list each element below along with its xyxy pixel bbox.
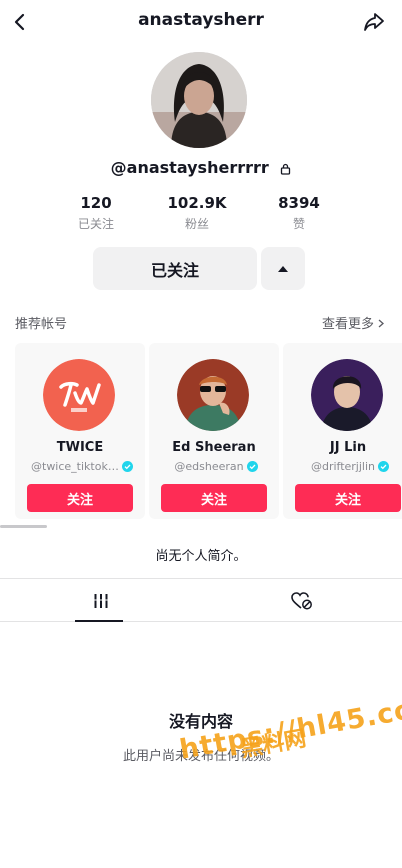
- stat-following[interactable]: 120 已关注: [51, 194, 141, 232]
- suggested-toggle-button[interactable]: [261, 247, 305, 290]
- caret-up-icon: [278, 265, 288, 272]
- profile-bio: 尚无个人简介。: [155, 549, 247, 564]
- stat-likes[interactable]: 8394 赞: [254, 194, 344, 232]
- carousel-scrollbar[interactable]: [0, 525, 47, 528]
- following-button[interactable]: 已关注: [93, 247, 257, 290]
- active-tab-indicator: [75, 620, 123, 622]
- stat-value: 102.9K: [167, 194, 227, 212]
- recommended-avatar[interactable]: [43, 359, 115, 431]
- stat-value: 120: [80, 194, 112, 212]
- recommended-avatar[interactable]: [177, 359, 249, 431]
- recommended-username-row: @drifterjjlin: [293, 459, 402, 473]
- share-button[interactable]: [360, 8, 388, 36]
- see-more-label: 查看更多: [321, 317, 374, 332]
- recommended-name: JJ Lin: [329, 440, 367, 455]
- recommended-title: 推荐帐号: [15, 317, 68, 332]
- profile-handle: @anastaysherrrrr: [110, 158, 269, 177]
- recommended-name: Ed Sheeran: [172, 440, 256, 455]
- stat-label: 赞: [292, 217, 305, 231]
- see-more-link[interactable]: 查看更多: [322, 313, 384, 332]
- recommended-username: @drifterjjlin: [310, 459, 376, 473]
- recommended-username: @twice_tiktok_officialjp: [31, 459, 119, 473]
- stat-label: 已关注: [77, 217, 114, 231]
- lock-icon: [281, 163, 291, 175]
- follow-button[interactable]: 关注: [27, 484, 133, 512]
- stat-value: 8394: [278, 194, 320, 212]
- recommended-card[interactable]: Ed Sheeran @edsheeran 关注: [149, 343, 279, 519]
- grid-icon: [94, 593, 107, 608]
- verified-badge-icon: [378, 460, 390, 472]
- profile-handle-row: @anastaysherrrrr: [0, 158, 402, 177]
- top-bar: anastaysherr: [0, 0, 402, 44]
- page-title: anastaysherr: [138, 10, 264, 30]
- recommended-card[interactable]: JJ Lin @drifterjjlin 关注: [283, 343, 402, 519]
- recommended-card[interactable]: TWICE @twice_tiktok_officialjp 关注: [15, 343, 145, 519]
- verified-badge-icon: [246, 460, 258, 472]
- profile-stats: 120 已关注 102.9K 粉丝 8394 赞: [0, 194, 402, 234]
- tab-videos[interactable]: [0, 579, 201, 622]
- recommended-carousel[interactable]: TWICE @twice_tiktok_officialjp 关注 Ed She…: [15, 343, 402, 519]
- stat-label: 粉丝: [184, 217, 209, 231]
- verified-badge-icon: [122, 460, 133, 472]
- recommended-username-row: @twice_tiktok_officialjp: [25, 459, 139, 473]
- recommended-avatar[interactable]: [311, 359, 383, 431]
- recommended-username-row: @edsheeran: [159, 459, 273, 473]
- recommended-username: @edsheeran: [174, 459, 244, 473]
- tab-liked[interactable]: [201, 579, 402, 622]
- chevron-right-icon: [378, 319, 384, 328]
- liked-hidden-icon: [290, 591, 312, 609]
- share-arrow-icon: [364, 13, 384, 31]
- profile-avatar[interactable]: [151, 52, 247, 148]
- content-tabs: [0, 578, 402, 622]
- stat-followers[interactable]: 102.9K 粉丝: [152, 194, 242, 232]
- follow-button[interactable]: 关注: [295, 484, 401, 512]
- follow-button[interactable]: 关注: [161, 484, 267, 512]
- recommended-name: TWICE: [56, 440, 104, 455]
